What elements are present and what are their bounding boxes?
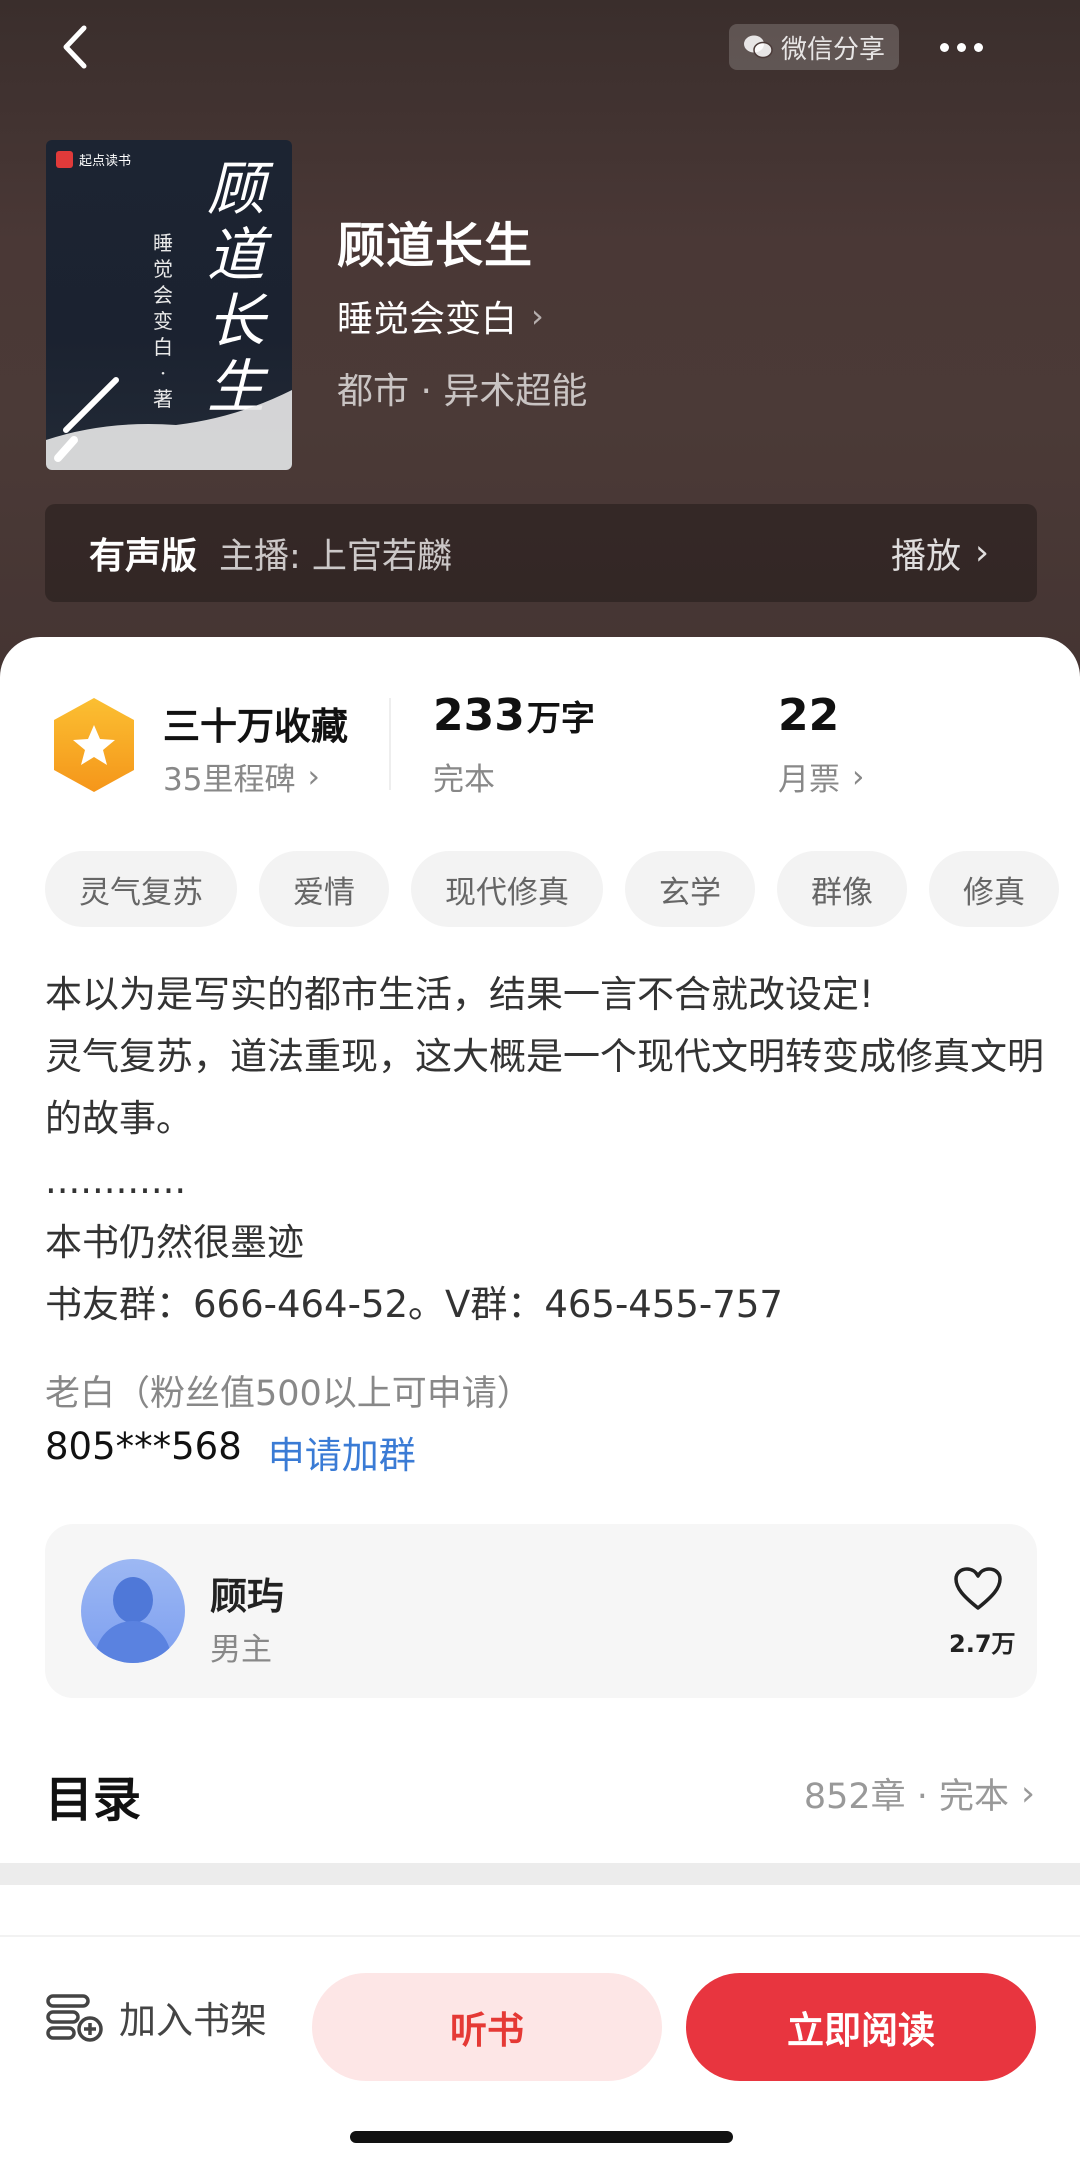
chevron-right-icon: › xyxy=(1021,1773,1035,1814)
book-status: 完本 xyxy=(433,762,495,798)
monthly-tickets-link[interactable]: 月票 › xyxy=(778,754,864,799)
chevron-right-icon: › xyxy=(975,533,989,573)
tag-list: 灵气复苏 爱情 现代修真 玄学 群像 修真 xyxy=(45,851,1059,927)
tag-chip[interactable]: 现代修真 xyxy=(411,851,603,927)
more-dots-icon xyxy=(939,42,949,52)
cover-sword-illustration xyxy=(46,377,292,470)
character-role: 男主 xyxy=(210,1632,272,1668)
word-count-unit: 万字 xyxy=(526,699,595,739)
chevron-right-icon: › xyxy=(852,758,865,795)
description-line: 本以为是写实的都市生活，结果一言不合就改设定! xyxy=(45,973,874,1016)
word-count-number: 233 xyxy=(433,690,525,741)
add-to-shelf-button[interactable]: 加入书架 xyxy=(45,1990,267,2044)
audio-version-bar[interactable]: 有声版 主播: 上官若麟 播放 › xyxy=(45,504,1037,602)
section-divider xyxy=(0,1863,1080,1885)
apply-join-group-link[interactable]: 申请加群 xyxy=(268,1425,416,1479)
book-title: 顾道长生 xyxy=(337,218,534,274)
read-now-button[interactable]: 立即阅读 xyxy=(686,1973,1036,2081)
audio-anchor: 主播: 上官若麟 xyxy=(219,536,452,577)
milestone-link[interactable]: 35里程碑 › xyxy=(163,754,320,799)
tag-chip[interactable]: 灵气复苏 xyxy=(45,851,237,927)
heart-icon[interactable] xyxy=(953,1566,1003,1612)
fans-group-number: 805***568 xyxy=(45,1425,242,1468)
toc-title: 目录 xyxy=(45,1772,142,1828)
word-count: 233万字 xyxy=(433,690,595,741)
description-line: ............ xyxy=(45,1159,187,1202)
author-name: 睡觉会变白 xyxy=(337,299,518,340)
book-cover[interactable]: 起点读书 顾 道 长 生 睡 觉 会 变 白 · 著 xyxy=(46,140,292,470)
book-description[interactable]: 本以为是写实的都市生活，结果一言不合就改设定! 灵气复苏，道法重现，这大概是一个… xyxy=(45,964,1045,1336)
audio-play-label: 播放 xyxy=(890,536,961,577)
tag-chip[interactable]: 玄学 xyxy=(625,851,755,927)
toc-link[interactable]: 852章 · 完本 › xyxy=(804,1768,1035,1819)
stats-divider xyxy=(389,698,391,790)
description-line: 本书仍然很墨迹 xyxy=(45,1221,304,1264)
wechat-icon xyxy=(743,35,773,59)
add-shelf-label: 加入书架 xyxy=(119,1999,267,2042)
book-genre: 都市 · 异术超能 xyxy=(337,371,588,412)
tag-chip[interactable]: 群像 xyxy=(777,851,907,927)
character-card[interactable]: 顾玙 男主 2.7万 xyxy=(45,1524,1037,1698)
book-header: 微信分享 起点读书 顾 道 长 生 睡 觉 会 变 白 · 著 顾道长生 睡觉会… xyxy=(0,0,1080,700)
wechat-share-button[interactable]: 微信分享 xyxy=(729,24,899,70)
book-author-link[interactable]: 睡觉会变白 › xyxy=(337,290,544,342)
toc-info: 852章 · 完本 xyxy=(803,1777,1009,1817)
description-line: 书友群：666-464-52。V群：465-455-757 xyxy=(45,1283,783,1326)
chevron-right-icon: › xyxy=(531,297,544,335)
character-like-count: 2.7万 xyxy=(949,1630,1016,1658)
description-line: 灵气复苏，道法重现，这大概是一个现代文明转变成修真文明的故事。 xyxy=(45,1035,1044,1140)
listen-button[interactable]: 听书 xyxy=(312,1973,662,2081)
more-button[interactable] xyxy=(930,24,992,70)
fans-group-note: 老白（粉丝值500以上可申请） xyxy=(45,1374,532,1414)
audio-version-label: 有声版 xyxy=(89,536,198,577)
bottom-bar-divider xyxy=(0,1935,1080,1937)
favorites-count: 三十万收藏 xyxy=(163,705,348,748)
chevron-right-icon: › xyxy=(307,758,320,795)
share-label: 微信分享 xyxy=(780,34,885,65)
milestone-label: 35里程碑 xyxy=(163,762,296,798)
audio-play-button[interactable]: 播放 › xyxy=(891,528,989,579)
monthly-tickets-count: 22 xyxy=(778,690,840,741)
tag-chip[interactable]: 爱情 xyxy=(259,851,389,927)
home-indicator xyxy=(350,2131,733,2143)
character-avatar xyxy=(81,1559,185,1663)
character-name: 顾玙 xyxy=(210,1575,284,1618)
back-button[interactable] xyxy=(52,22,102,72)
add-shelf-icon xyxy=(46,1994,103,2042)
star-badge-icon xyxy=(54,698,134,792)
chevron-left-icon xyxy=(63,25,87,69)
fans-group-line: 805***568 申请加群 xyxy=(45,1425,416,1479)
tag-chip[interactable]: 修真 xyxy=(929,851,1059,927)
monthly-tickets-label: 月票 xyxy=(778,762,840,798)
